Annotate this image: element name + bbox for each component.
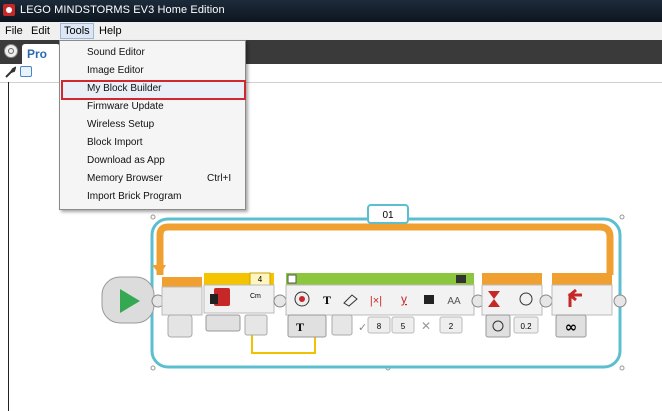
- menu-file[interactable]: File: [2, 24, 26, 38]
- menu-item-image-editor[interactable]: Image Editor: [60, 62, 245, 80]
- motor-mode-selector: [205, 314, 241, 332]
- selection-handle: [150, 365, 156, 371]
- menu-item-firmware-update[interactable]: Firmware Update: [60, 98, 245, 116]
- program-canvas: 01 4 Cm T |×| y AA T ✓ 8 5 ✕ 2 0.2 ∞: [101, 204, 627, 371]
- menu-item-wireless-setup[interactable]: Wireless Setup: [60, 116, 245, 134]
- loop-end-block: [551, 284, 613, 316]
- color-icon: [424, 295, 434, 304]
- display-font-value: 2: [449, 322, 454, 331]
- svg-text:T: T: [296, 320, 304, 334]
- loop-mode-label: ∞: [565, 318, 578, 336]
- sequence-connector: [273, 294, 287, 308]
- menu-help[interactable]: Help: [96, 24, 125, 38]
- svg-text:|×|: |×|: [370, 295, 382, 307]
- window-title: LEGO MINDSTORMS EV3 Home Edition: [20, 4, 225, 16]
- wrench-icon[interactable]: [4, 66, 16, 79]
- loop-exit-connector: [613, 294, 627, 308]
- canvas-left-border: [8, 82, 9, 411]
- loop-end-header: [552, 273, 612, 285]
- motor-unit: Cm: [250, 293, 261, 300]
- svg-text:y: y: [401, 292, 407, 306]
- wait-mode-selector: [485, 314, 511, 338]
- menu-item-block-import[interactable]: Block Import: [60, 134, 245, 152]
- display-block-header: [286, 273, 474, 285]
- tools-menu: Sound Editor Image Editor My Block Build…: [59, 40, 246, 210]
- motor-port: 4: [258, 275, 263, 284]
- menu-tools[interactable]: Tools: [60, 23, 94, 39]
- project-tab-label: Pro: [27, 47, 48, 61]
- font-icon: AA: [447, 296, 461, 307]
- text-icon: T: [323, 293, 331, 307]
- sequence-connector: [539, 294, 553, 308]
- selection-handle: [150, 214, 156, 220]
- menu-item-download-as-app[interactable]: Download as App: [60, 152, 245, 170]
- shortcut-label: Ctrl+I: [207, 173, 232, 184]
- menu-item-sound-editor[interactable]: Sound Editor: [60, 44, 245, 62]
- lobby-button[interactable]: [4, 44, 18, 58]
- title-bar: LEGO MINDSTORMS EV3 Home Edition: [0, 0, 662, 22]
- selection-handle: [619, 214, 625, 220]
- menu-bar: File Edit Tools Help: [0, 22, 662, 41]
- app-icon: [3, 4, 15, 16]
- selection-handle: [619, 365, 625, 371]
- wait-seconds: 0.2: [520, 322, 532, 331]
- loop-arc: [156, 223, 614, 275]
- menu-item-my-block-builder[interactable]: My Block Builder: [60, 80, 246, 100]
- svg-text:✓: ✓: [358, 322, 367, 334]
- display-y-value: 5: [401, 322, 406, 331]
- wait-block: [481, 284, 543, 316]
- display-x-value: 8: [377, 322, 382, 331]
- loop-label: 01: [382, 210, 394, 221]
- menu-item-memory-browser[interactable]: Memory Browser Ctrl+I: [60, 170, 245, 188]
- wait-block-header: [482, 273, 542, 285]
- display-mode-selector: [287, 314, 327, 338]
- menu-item-import-brick-program[interactable]: Import Brick Program: [60, 188, 245, 206]
- menu-edit[interactable]: Edit: [28, 24, 53, 38]
- svg-text:✕: ✕: [421, 319, 431, 333]
- program-tab-icon[interactable]: [20, 66, 32, 77]
